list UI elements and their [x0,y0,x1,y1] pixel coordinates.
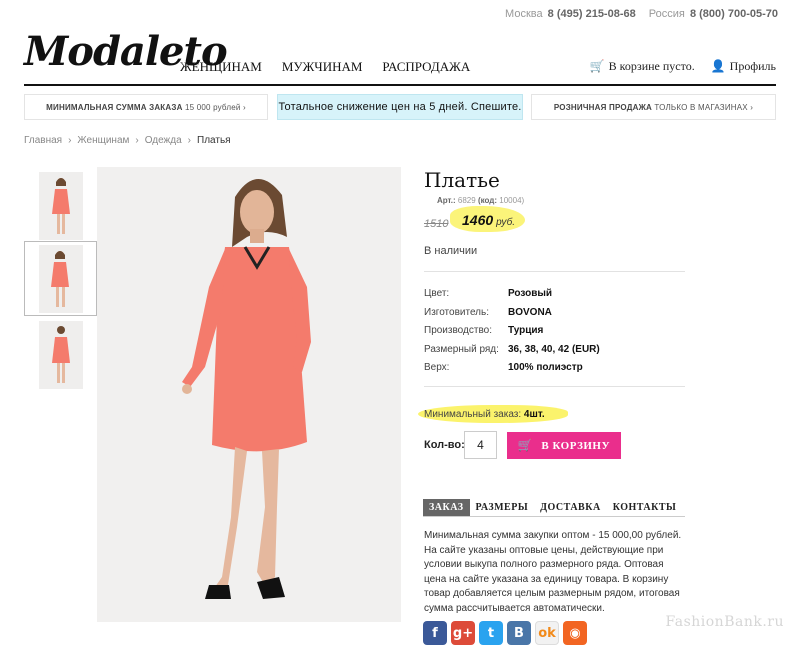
city-moscow: Москва [505,8,543,20]
new-price: 1460 руб. [462,212,515,228]
breadcrumb-separator: › [187,135,191,146]
thumbnail-image [38,320,83,389]
prop-value: Розовый [508,288,553,299]
profile-label: Профиль [729,59,776,73]
cart-label: В корзине пусто. [608,59,695,73]
promo-retail-rest: ТОЛЬКО В МАГАЗИНАХ › [654,102,754,112]
main-nav: ЖЕНЩИНАМ МУЖЧИНАМ РАСПРОДАЖА [180,59,470,75]
code-label: (код: [477,196,498,205]
user-icon: 👤 [710,59,726,73]
prop-row: Верх: 100% полиэстр [424,362,600,381]
product-properties: Цвет: Розовый Изготовитель: BOVONA Произво… [424,288,600,381]
prop-value: 36, 38, 40, 42 (EUR) [508,343,600,355]
product-article: Арт.: 6829 (код: 10004) [437,196,524,205]
info-divider [424,271,685,272]
user-nav: 🛒 В корзине пусто. 👤 Профиль [590,59,776,74]
breadcrumb-current: Платья [197,135,231,146]
promo-sale-banner[interactable]: Тотальное снижение цен на 5 дней. Спешит… [277,94,523,120]
breadcrumb-separator: › [68,135,72,146]
promo-retail-bold: РОЗНИЧНАЯ ПРОДАЖА [553,102,652,112]
info-divider [424,386,685,387]
tabs-underline [423,516,685,517]
phone-russia[interactable]: 8 (800) 700-05-70 [690,8,778,20]
prop-row: Цвет: Розовый [424,288,600,307]
breadcrumb-women[interactable]: Женщинам [77,135,129,146]
min-order-label: Минимальный заказ: [424,409,522,420]
prop-key: Производство: [424,325,492,336]
phone-moscow[interactable]: 8 (495) 215-08-68 [548,8,636,20]
header-divider [24,84,776,86]
new-price-value: 1460 [462,212,494,228]
article-value: 6829 [457,196,476,205]
watermark: FashionBank.ru [665,614,784,630]
thumbnail-2[interactable] [24,241,97,316]
twitter-icon[interactable]: t [479,621,503,645]
prop-key: Верх: [424,362,450,373]
contact-bar: Москва 8 (495) 215-08-68 Россия 8 (800) … [505,8,778,20]
prop-value: 100% полиэстр [508,362,583,373]
prop-key: Изготовитель: [424,306,489,318]
thumbnail-3[interactable] [24,317,97,392]
code-value: 10004) [499,196,525,205]
promo-min-order[interactable]: МИНИМАЛЬНАЯ СУММА ЗАКАЗА 15 000 рублей › [24,94,268,120]
social-share: f g+ t B ok ◉ [423,621,587,645]
thumbnail-image [38,244,83,313]
promo-retail[interactable]: РОЗНИЧНАЯ ПРОДАЖА ТОЛЬКО В МАГАЗИНАХ › [531,94,776,120]
google-plus-icon[interactable]: g+ [451,621,475,645]
prop-row: Производство: Турция [424,325,600,344]
nav-women[interactable]: ЖЕНЩИНАМ [180,59,262,75]
nav-sale[interactable]: РАСПРОДАЖА [382,59,470,75]
thumbnail-image [38,171,83,240]
tab-contacts[interactable]: КОНТАКТЫ [607,499,683,516]
tab-sizes[interactable]: РАЗМЕРЫ [470,499,535,516]
tab-order[interactable]: ЗАКАЗ [423,499,470,516]
rss-icon[interactable]: ◉ [563,621,587,645]
thumbnail-1[interactable] [24,168,97,243]
min-order-value: 4шт. [523,409,545,420]
price-currency: руб. [496,217,516,228]
breadcrumb-clothing[interactable]: Одежда [145,135,182,146]
breadcrumb: Главная › Женщинам › Одежда › Платья [24,135,231,146]
min-order: Минимальный заказ: 4шт. [424,409,545,420]
prop-value: Турция [508,325,544,336]
vkontakte-icon[interactable]: B [507,621,531,645]
prop-key: Цвет: [424,288,450,299]
facebook-icon[interactable]: f [423,621,447,645]
breadcrumb-home[interactable]: Главная [24,135,62,146]
stock-status: В наличии [424,245,478,257]
quantity-input[interactable]: 4 [464,431,497,459]
product-main-image[interactable] [97,167,401,622]
city-russia: Россия [648,8,685,20]
nav-men[interactable]: МУЖЧИНАМ [282,59,363,75]
old-price: 1510 [424,218,449,230]
profile-link[interactable]: 👤 Профиль [711,59,776,74]
cart-icon: 🛒 [517,438,534,452]
tab-delivery[interactable]: ДОСТАВКА [534,499,607,516]
cart-icon: 🛒 [589,59,605,73]
prop-value: BOVONA [508,306,552,318]
odnoklassniki-icon[interactable]: ok [535,621,559,645]
tab-content: Минимальная сумма закупки оптом - 15 000… [424,530,682,614]
add-to-cart-button[interactable]: 🛒 В КОРЗИНУ [507,432,621,459]
prop-row: Размерный ряд: 36, 38, 40, 42 (EUR) [424,344,600,363]
quantity-label: Кол-во: [424,439,465,451]
breadcrumb-separator: › [135,135,139,146]
prop-key: Размерный ряд: [424,343,499,355]
add-to-cart-label: В КОРЗИНУ [541,439,611,452]
prop-row: Изготовитель: BOVONA [424,307,600,326]
product-title: Платье [424,168,500,192]
promo-min-order-bold: МИНИМАЛЬНАЯ СУММА ЗАКАЗА [46,102,183,112]
info-tabs: ЗАКАЗ РАЗМЕРЫ ДОСТАВКА КОНТАКТЫ [423,499,682,516]
cart-link[interactable]: 🛒 В корзине пусто. [590,59,695,74]
promo-min-order-rest: 15 000 рублей › [184,102,246,112]
article-label: Арт.: [437,196,456,205]
